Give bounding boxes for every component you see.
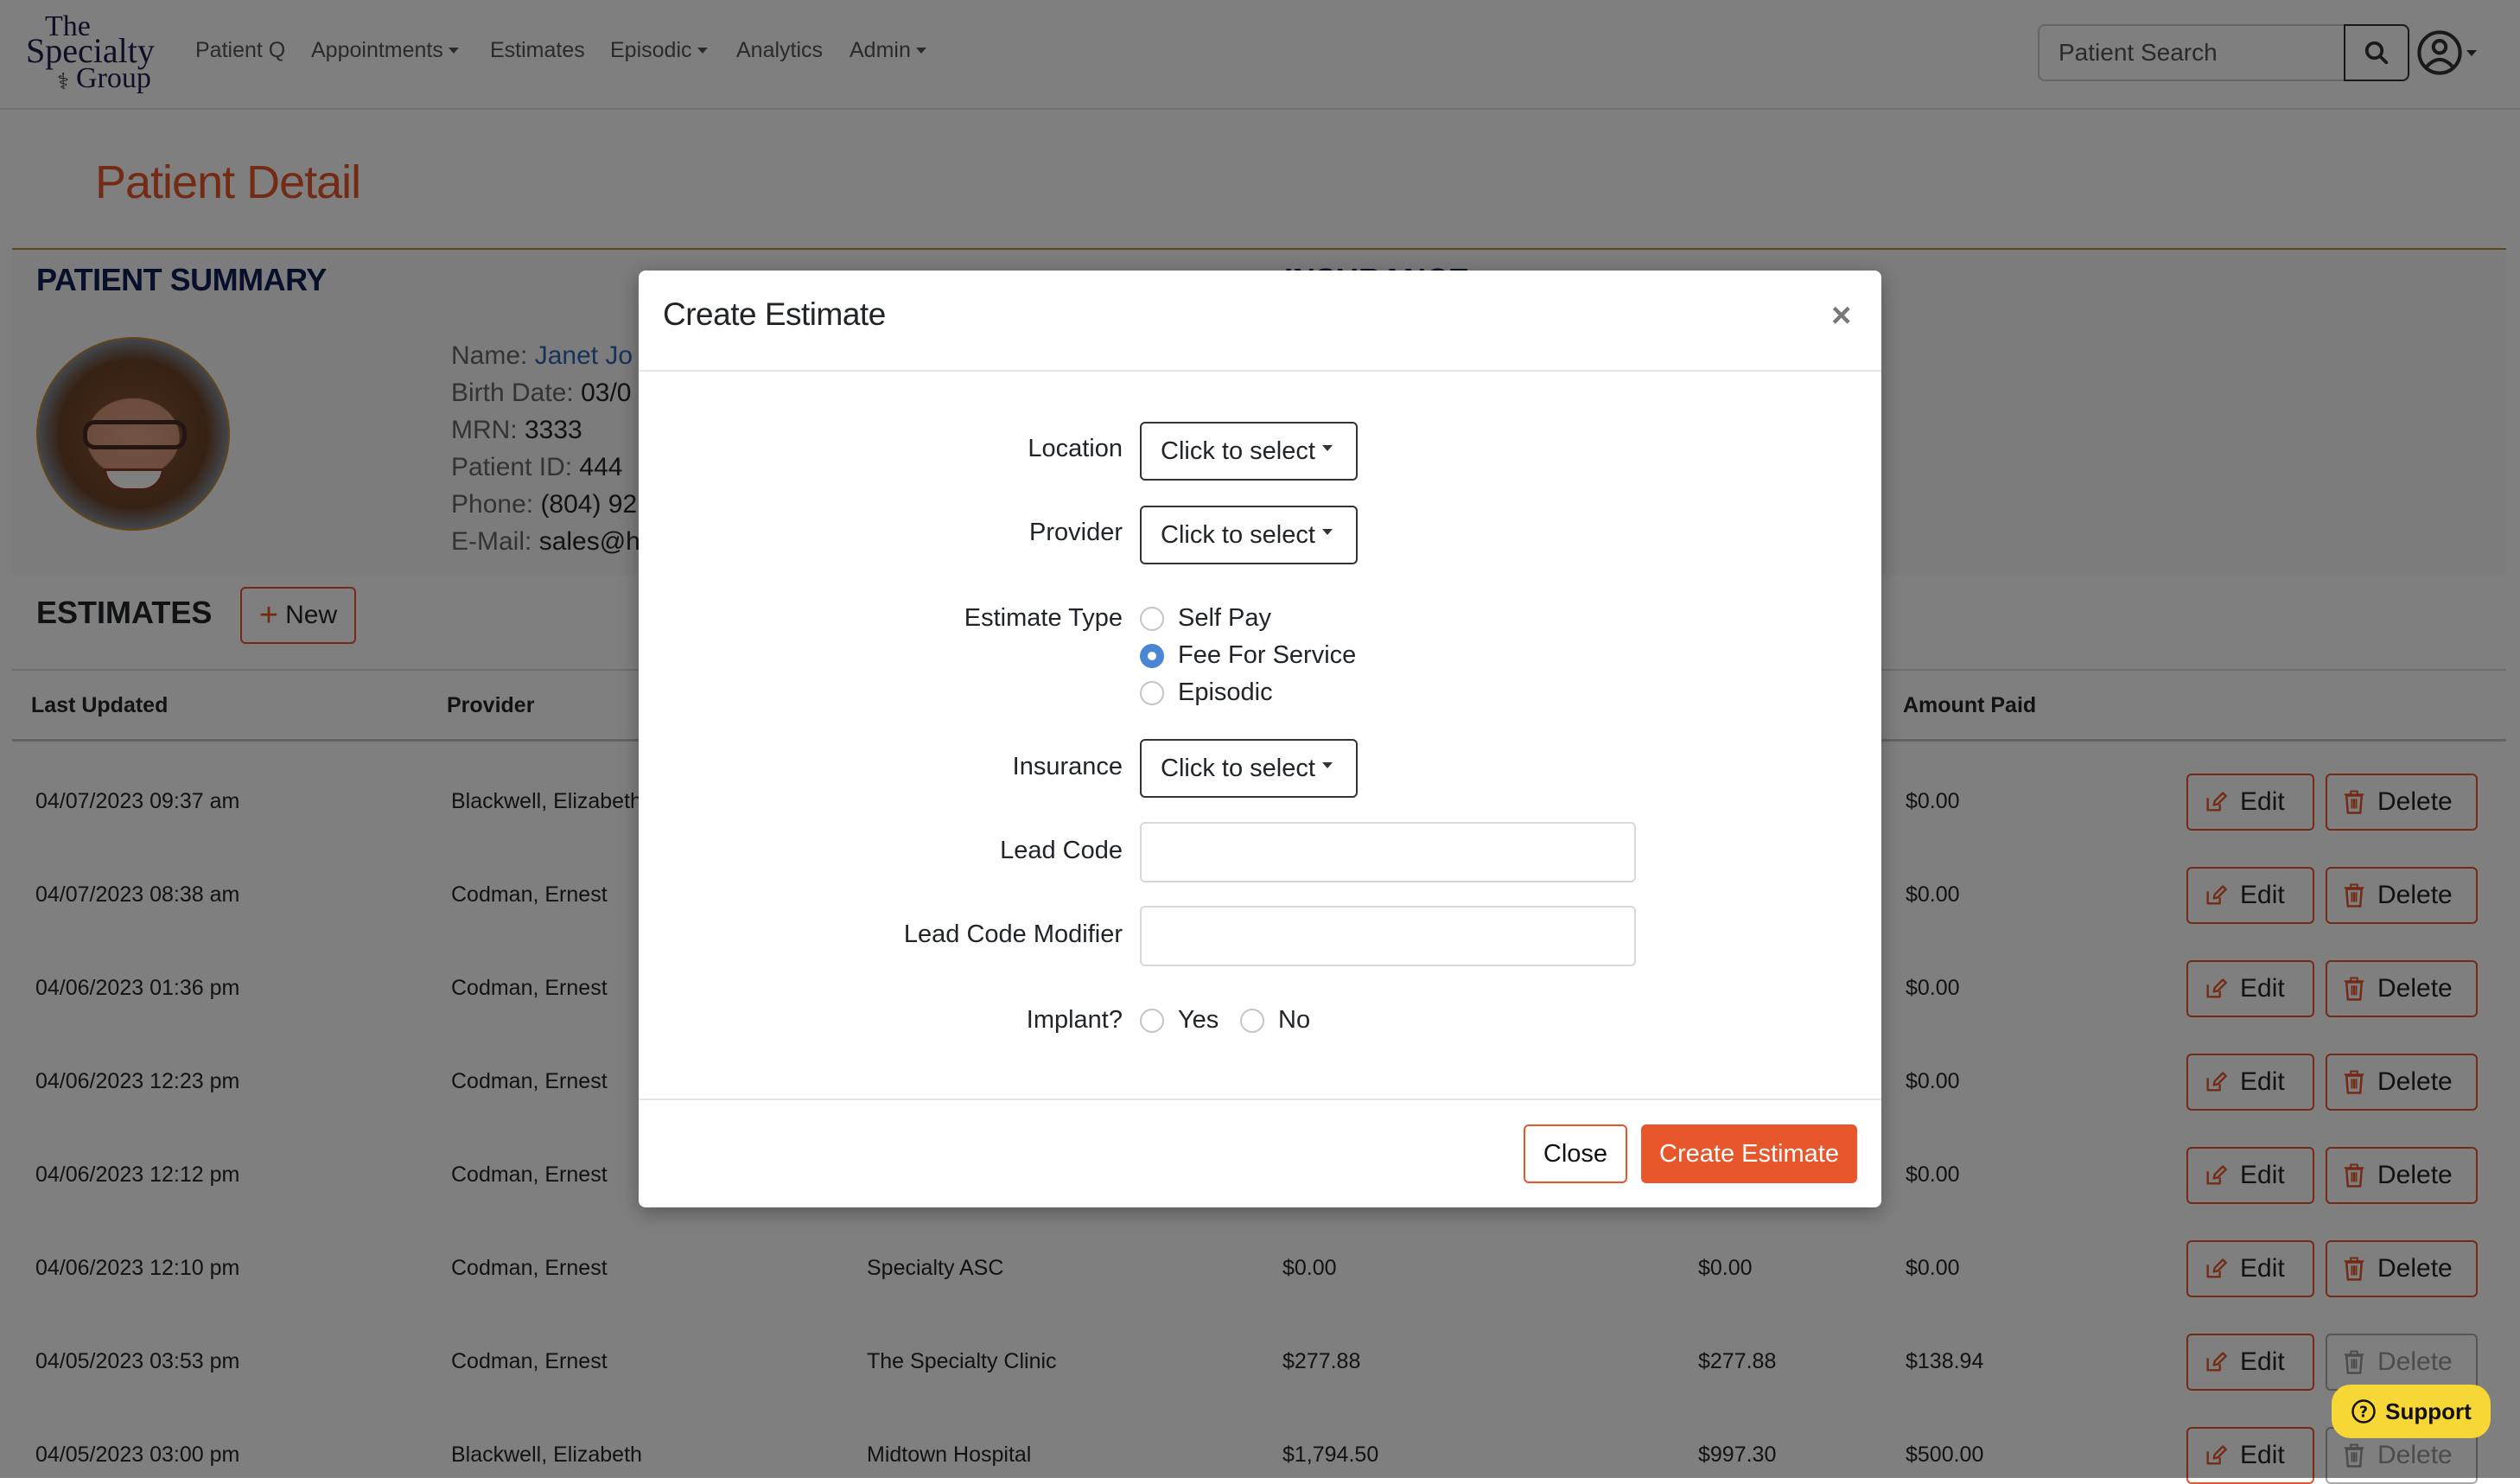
implant-no-label: No xyxy=(1278,1006,1311,1034)
svg-text:?: ? xyxy=(2359,1404,2368,1421)
modal-footer-divider xyxy=(639,1099,1881,1100)
lead-code-label: Lead Code xyxy=(1000,837,1123,864)
location-dropdown[interactable]: Click to select xyxy=(1140,422,1358,481)
estimate-type-fee-for-service[interactable]: Fee For Service xyxy=(1140,641,1356,670)
help-circle-icon: ? xyxy=(2351,1399,2376,1423)
close-button[interactable]: Close xyxy=(1524,1124,1627,1183)
create-estimate-button[interactable]: Create Estimate xyxy=(1641,1124,1857,1183)
implant-no[interactable]: No xyxy=(1240,1006,1310,1035)
provider-label: Provider xyxy=(1029,519,1123,546)
provider-value: Click to select xyxy=(1161,520,1315,549)
location-label: Location xyxy=(1028,435,1123,462)
estimate-type-label: Estimate Type xyxy=(964,604,1123,632)
caret-down-icon xyxy=(1321,528,1333,535)
modal-header-divider xyxy=(639,370,1881,372)
radio-episodic[interactable] xyxy=(1140,680,1164,705)
lead-code-modifier-input[interactable] xyxy=(1140,906,1636,966)
location-value: Click to select xyxy=(1161,436,1315,465)
support-label: Support xyxy=(2385,1398,2472,1424)
support-button[interactable]: ? Support xyxy=(2332,1385,2491,1438)
radio-self-pay[interactable] xyxy=(1140,606,1164,631)
implant-yes[interactable]: Yes xyxy=(1140,1006,1219,1035)
insurance-value: Click to select xyxy=(1161,754,1315,782)
fee-for-service-label: Fee For Service xyxy=(1178,641,1357,669)
insurance-dropdown[interactable]: Click to select xyxy=(1140,739,1358,798)
self-pay-label: Self Pay xyxy=(1178,604,1271,632)
estimate-type-episodic[interactable]: Episodic xyxy=(1140,678,1273,707)
implant-yes-label: Yes xyxy=(1178,1006,1219,1034)
create-estimate-modal: Create Estimate × Location Click to sele… xyxy=(639,271,1881,1207)
radio-implant-no[interactable] xyxy=(1240,1008,1264,1033)
insurance-label: Insurance xyxy=(1012,753,1123,780)
lead-code-input[interactable] xyxy=(1140,822,1636,882)
modal-title: Create Estimate xyxy=(663,296,886,332)
radio-implant-yes[interactable] xyxy=(1140,1008,1164,1033)
provider-dropdown[interactable]: Click to select xyxy=(1140,506,1358,564)
caret-down-icon xyxy=(1321,761,1333,768)
radio-fee-for-service[interactable] xyxy=(1140,643,1164,668)
close-icon[interactable]: × xyxy=(1831,298,1851,333)
implant-label: Implant? xyxy=(1026,1006,1123,1034)
episodic-label: Episodic xyxy=(1178,678,1273,706)
lead-code-modifier-label: Lead Code Modifier xyxy=(903,920,1123,948)
estimate-type-self-pay[interactable]: Self Pay xyxy=(1140,604,1271,633)
caret-down-icon xyxy=(1321,444,1333,451)
